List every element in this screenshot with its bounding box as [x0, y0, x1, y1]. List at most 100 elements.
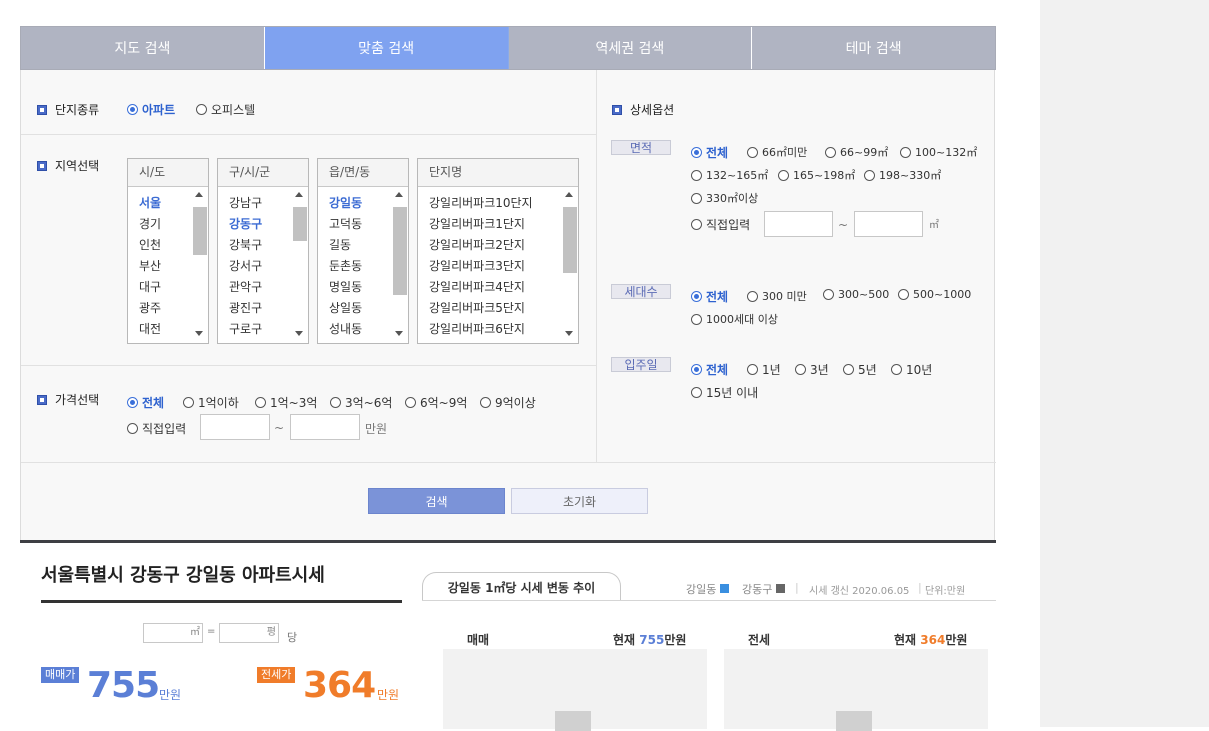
- radio-movein-10y[interactable]: 10년: [891, 361, 932, 378]
- section-bullet-icon: [37, 394, 47, 405]
- list-item[interactable]: 구로구: [229, 320, 262, 337]
- list-item[interactable]: 명일동: [329, 278, 362, 295]
- radio-area-under66[interactable]: 66㎡미만: [747, 144, 807, 160]
- radio-households-under300[interactable]: 300 미만: [747, 288, 807, 304]
- list-item[interactable]: 강서구: [229, 257, 262, 274]
- list-item[interactable]: 경기: [139, 215, 161, 232]
- list-item[interactable]: 관악구: [229, 278, 262, 295]
- radio-circle-icon: [747, 146, 758, 158]
- scrollbar[interactable]: [191, 188, 207, 342]
- radio-area-132-165[interactable]: 132~165㎡: [691, 167, 768, 183]
- list-item[interactable]: 둔촌동: [329, 257, 362, 274]
- radio-movein-1y[interactable]: 1년: [747, 361, 781, 378]
- scroll-down-icon[interactable]: [195, 331, 203, 336]
- scroll-thumb[interactable]: [563, 207, 577, 273]
- pyeong-input[interactable]: 평: [219, 623, 279, 643]
- sido-list[interactable]: 시/도 서울 경기 인천 부산 대구 광주 대전: [127, 158, 209, 344]
- radio-movein-3y[interactable]: 3년: [795, 361, 829, 378]
- chart-tab[interactable]: 강일동 1㎡당 시세 변동 추이: [422, 572, 621, 601]
- list-item[interactable]: 서울: [139, 194, 161, 211]
- list-item[interactable]: 강일동: [329, 194, 362, 211]
- list-item[interactable]: 강일리버파크6단지: [429, 320, 525, 337]
- list-item[interactable]: 강일리버파크4단지: [429, 278, 525, 295]
- scroll-down-icon[interactable]: [295, 331, 303, 336]
- radio-households-all[interactable]: 전체: [691, 288, 728, 305]
- list-item[interactable]: 인천: [139, 236, 161, 253]
- scroll-thumb[interactable]: [393, 207, 407, 295]
- m2-input[interactable]: ㎡: [143, 623, 203, 643]
- radio-movein-15y[interactable]: 15년 이내: [691, 384, 758, 401]
- tab-theme-search[interactable]: 테마 검색: [752, 27, 995, 69]
- radio-price-direct[interactable]: 직접입력: [127, 420, 186, 437]
- tab-station-search[interactable]: 역세권 검색: [508, 27, 753, 69]
- update-date: 시세 갱신 2020.06.05: [809, 586, 910, 597]
- list-item[interactable]: 강일리버파크5단지: [429, 299, 525, 316]
- dong-list[interactable]: 읍/면/동 강일동 고덕동 길동 둔촌동 명일동 상일동 성내동: [317, 158, 409, 344]
- price-title: 가격선택: [37, 391, 99, 408]
- radio-price-all[interactable]: 전체: [127, 394, 164, 411]
- list-item[interactable]: 길동: [329, 236, 351, 253]
- separator: |: [795, 581, 799, 594]
- radio-officetel[interactable]: 오피스텔: [196, 101, 255, 118]
- scrollbar[interactable]: [561, 188, 577, 342]
- radio-area-100-132[interactable]: 100~132㎡: [900, 144, 977, 160]
- list-item[interactable]: 대전: [139, 320, 161, 337]
- radio-households-500-1000[interactable]: 500~1000: [898, 288, 971, 301]
- list-item[interactable]: 강북구: [229, 236, 262, 253]
- separator: |: [918, 581, 922, 594]
- radio-area-165-198[interactable]: 165~198㎡: [778, 167, 855, 183]
- scroll-thumb[interactable]: [293, 207, 307, 241]
- scroll-thumb[interactable]: [193, 207, 207, 255]
- search-container: 지도 검색 맞춤 검색 역세권 검색 테마 검색 단지종류 아파트 오피스텔 지…: [20, 26, 996, 731]
- radio-price-3to6[interactable]: 3억~6억: [330, 394, 392, 411]
- radio-area-over330[interactable]: 330㎡이상: [691, 190, 758, 206]
- list-item[interactable]: 성내동: [329, 320, 362, 337]
- list-item[interactable]: 고덕동: [329, 215, 362, 232]
- radio-price-under1[interactable]: 1억이하: [183, 394, 239, 411]
- radio-price-1to3[interactable]: 1억~3억: [255, 394, 317, 411]
- list-item[interactable]: 강남구: [229, 194, 262, 211]
- list-item[interactable]: 부산: [139, 257, 161, 274]
- scroll-down-icon[interactable]: [565, 331, 573, 336]
- scroll-up-icon[interactable]: [295, 192, 303, 197]
- list-item[interactable]: 강일리버파크1단지: [429, 215, 525, 232]
- radio-households-300-500[interactable]: 300~500: [823, 288, 889, 301]
- gu-list[interactable]: 구/시/군 강남구 강동구 강북구 강서구 관악구 광진구 구로구: [217, 158, 309, 344]
- radio-price-6to9[interactable]: 6억~9억: [405, 394, 467, 411]
- complex-list[interactable]: 단지명 강일리버파크10단지 강일리버파크1단지 강일리버파크2단지 강일리버파…: [417, 158, 579, 344]
- scrollbar[interactable]: [291, 188, 307, 342]
- radio-households-over1000[interactable]: 1000세대 이상: [691, 311, 778, 327]
- radio-area-66-99[interactable]: 66~99㎡: [825, 144, 888, 160]
- list-item[interactable]: 강동구: [229, 215, 262, 232]
- list-item[interactable]: 광진구: [229, 299, 262, 316]
- list-item[interactable]: 대구: [139, 278, 161, 295]
- area-min-input[interactable]: [764, 211, 833, 237]
- price-max-input[interactable]: [290, 414, 360, 440]
- search-button[interactable]: 검색: [368, 488, 505, 514]
- radio-movein-5y[interactable]: 5년: [843, 361, 877, 378]
- list-item[interactable]: 강일리버파크10단지: [429, 194, 533, 211]
- radio-price-over9[interactable]: 9억이상: [480, 394, 536, 411]
- list-item[interactable]: 광주: [139, 299, 161, 316]
- radio-circle-icon: [747, 364, 758, 375]
- tab-map-search[interactable]: 지도 검색: [21, 27, 265, 69]
- scrollbar[interactable]: [391, 188, 407, 342]
- radio-circle-icon: [480, 397, 491, 408]
- scroll-up-icon[interactable]: [195, 192, 203, 197]
- scroll-up-icon[interactable]: [395, 192, 403, 197]
- radio-area-direct[interactable]: 직접입력: [691, 216, 750, 233]
- list-item[interactable]: 강일리버파크2단지: [429, 236, 525, 253]
- radio-area-all[interactable]: 전체: [691, 144, 728, 161]
- scroll-up-icon[interactable]: [565, 192, 573, 197]
- reset-button[interactable]: 초기화: [511, 488, 648, 514]
- list-item[interactable]: 강일리버파크3단지: [429, 257, 525, 274]
- radio-movein-all[interactable]: 전체: [691, 361, 728, 378]
- radio-apartment[interactable]: 아파트: [127, 101, 175, 118]
- price-min-input[interactable]: [200, 414, 270, 440]
- scroll-down-icon[interactable]: [395, 331, 403, 336]
- area-max-input[interactable]: [854, 211, 923, 237]
- list-item[interactable]: 상일동: [329, 299, 362, 316]
- tab-custom-search[interactable]: 맞춤 검색: [264, 27, 509, 69]
- radio-area-198-330[interactable]: 198~330㎡: [864, 167, 941, 183]
- search-tabs: 지도 검색 맞춤 검색 역세권 검색 테마 검색: [20, 26, 996, 70]
